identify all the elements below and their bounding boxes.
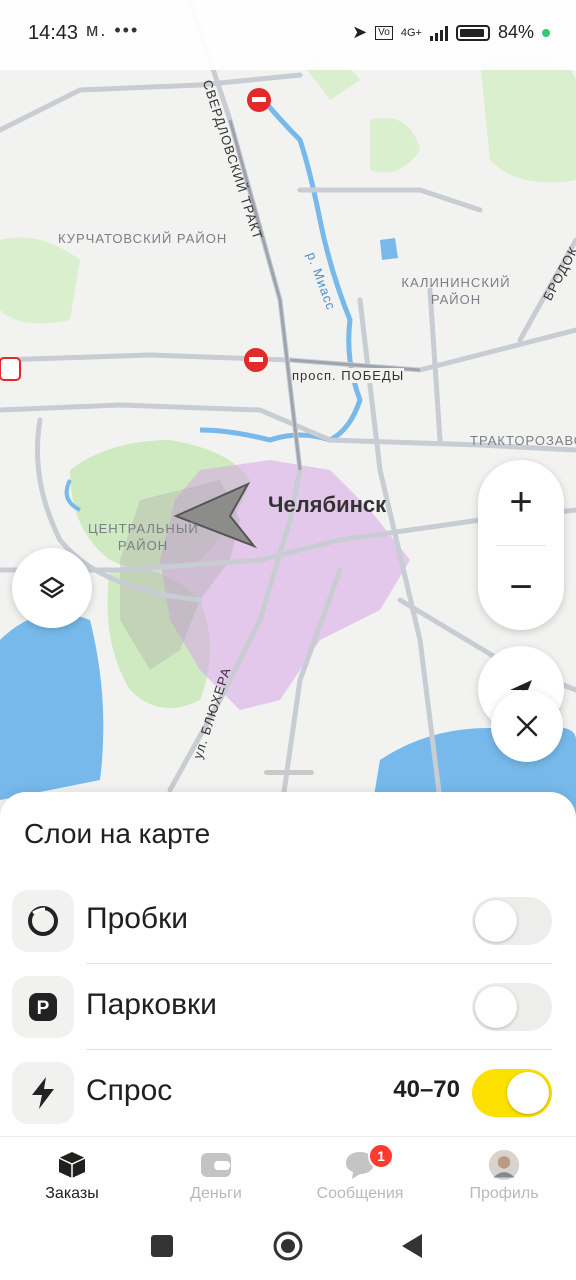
network-type: 4G+ [400,26,422,39]
tab-label-money: Деньги [190,1185,242,1202]
tab-orders[interactable]: Заказы [0,1137,144,1217]
demand-range-value: 40–70 [393,1076,460,1103]
lightning-icon [12,1062,74,1124]
bottom-tab-bar: Заказы Деньги 1 Сообщения Профиль [0,1136,576,1216]
layer-row-demand[interactable]: Спрос 40–70 [0,1050,576,1136]
parking-toggle[interactable] [472,983,552,1031]
tab-label-messages: Сообщения [316,1185,404,1202]
system-nav-bar [0,1216,576,1280]
sheet-drag-handle[interactable] [264,770,314,775]
status-time: 14:43 [28,22,79,44]
svg-text:P: P [37,998,50,1019]
district-label-kalininsky: КАЛИНИНСКИЙ РАЙОН [401,275,511,307]
avatar-icon [488,1149,520,1181]
zoom-out-button[interactable]: − [478,545,564,630]
layer-row-parking[interactable]: P Парковки [0,964,576,1050]
close-icon [516,715,538,737]
layer-row-traffic[interactable]: Пробки [0,878,576,964]
back-button[interactable] [402,1234,422,1258]
charging-dot-icon [542,28,550,37]
demand-toggle[interactable] [472,1069,552,1117]
volte-icon: Vo [375,25,393,40]
parking-icon: P [12,976,74,1038]
home-button[interactable] [273,1231,303,1261]
road-label-pobedy: просп. ПОБЕДЫ [292,368,405,383]
battery-icon [455,24,490,41]
close-button[interactable] [491,690,563,762]
status-bar: 14:43 м. ••• ➤ Vo 4G+ 84% [0,0,576,70]
recents-button[interactable] [151,1235,173,1257]
tab-profile[interactable]: Профиль [432,1137,576,1217]
layer-label-traffic: Пробки [86,902,188,935]
traffic-toggle[interactable] [472,897,552,945]
sheet-title: Слои на карте [24,818,211,849]
wallet-icon [200,1149,232,1181]
traffic-icon [12,890,74,952]
messages-badge: 1 [368,1143,394,1169]
tab-messages[interactable]: 1 Сообщения [288,1137,432,1217]
orders-box-icon [56,1149,88,1181]
tab-label-orders: Заказы [45,1185,99,1202]
toggle-knob [475,900,517,942]
layers-sheet: Слои на карте Пробки P Парковки Спрос 40… [0,792,576,1138]
district-label-kurchatovsky: КУРЧАТОВСКИЙ РАЙОН [58,231,228,246]
district-label-central: ЦЕНТРАЛЬНЫЙ РАЙОН [88,521,199,553]
zoom-controls: + − [478,460,564,630]
toggle-knob [475,986,517,1028]
battery-percent: 84% [497,22,534,42]
layers-button[interactable] [12,548,92,628]
road-closed-marker [247,88,271,112]
tab-label-profile: Профиль [469,1185,539,1202]
location-icon: ➤ [352,22,368,42]
zoom-in-button[interactable]: + [478,460,564,545]
city-label: Челябинск [268,492,387,517]
toggle-knob [507,1072,549,1114]
tab-money[interactable]: Деньги [144,1137,288,1217]
signal-icon [429,25,448,41]
layers-icon [39,576,65,599]
layer-label-demand: Спрос [86,1074,173,1107]
status-right-group: ➤ Vo 4G+ 84% [352,22,550,43]
layer-label-parking: Парковки [86,988,217,1021]
district-label-traktorozavodsky: ТРАКТОРОЗАВО [470,433,576,448]
notification-icons: м. ••• [86,20,140,40]
